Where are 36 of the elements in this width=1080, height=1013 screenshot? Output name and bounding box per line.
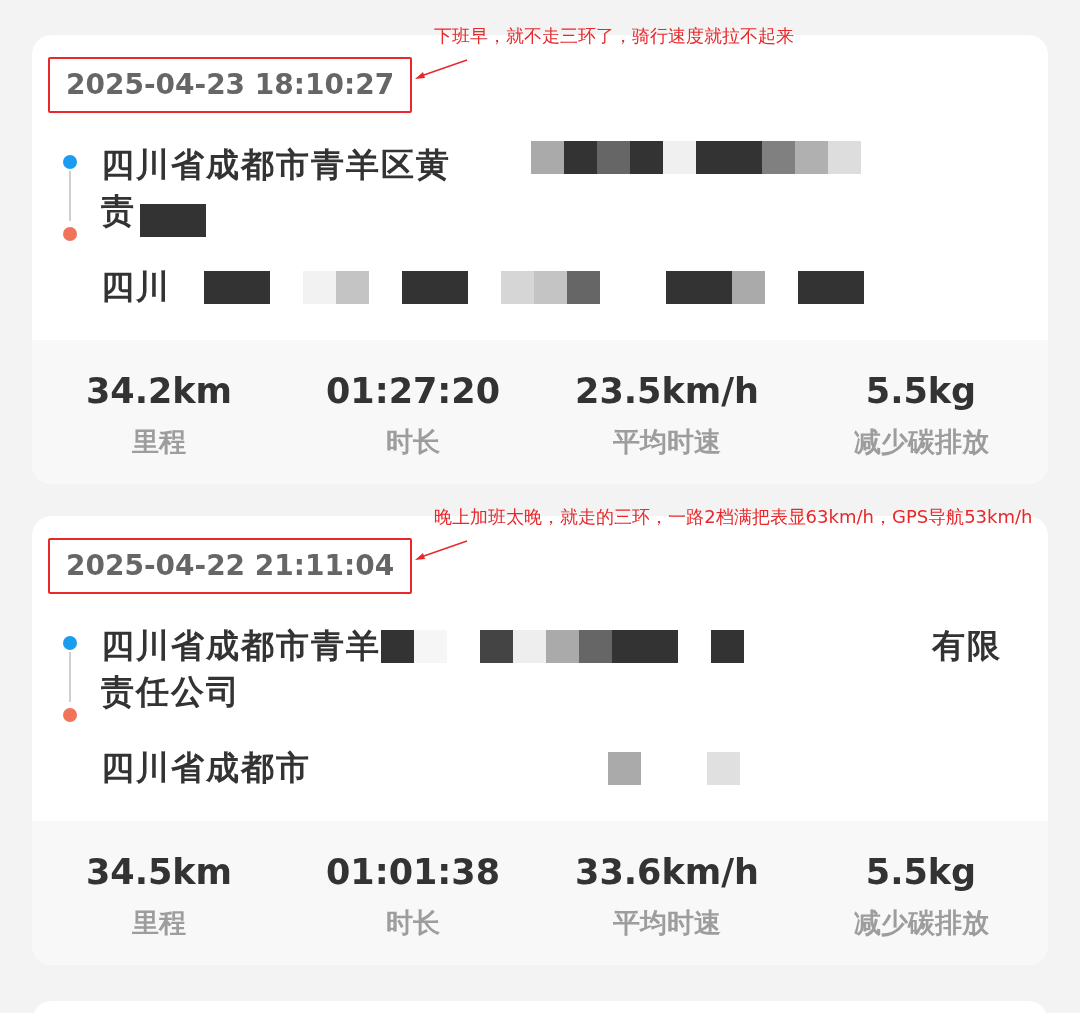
stat-label: 平均时速 bbox=[613, 906, 721, 940]
stat-label: 平均时速 bbox=[613, 425, 721, 459]
stat-label: 里程 bbox=[132, 906, 186, 940]
stat-value: 33.6km/h bbox=[575, 851, 759, 894]
start-dot-icon bbox=[63, 636, 77, 650]
stat-value: 01:27:20 bbox=[325, 370, 501, 413]
end-dot-icon bbox=[63, 227, 77, 241]
address-text: 责 bbox=[101, 190, 136, 232]
start-dot-icon bbox=[63, 155, 77, 169]
stat-label: 时长 bbox=[386, 425, 440, 459]
stat-value: 5.5kg bbox=[865, 851, 977, 894]
annotation-note: 晚上加班太晚，就走的三环，一路2档满把表显63km/h，GPS导航53km/h bbox=[434, 506, 1033, 528]
address-text: 四川 bbox=[101, 266, 171, 308]
address-text: 责任公司 bbox=[101, 671, 241, 713]
stat-label: 时长 bbox=[386, 906, 440, 940]
stat-label: 减少碳排放 bbox=[853, 906, 989, 940]
stat-value: 34.2km bbox=[85, 370, 233, 413]
route-connector-line bbox=[69, 652, 71, 702]
stat-label: 减少碳排放 bbox=[853, 425, 989, 459]
stat-value: 01:01:38 bbox=[325, 851, 501, 894]
stat-value: 23.5km/h bbox=[575, 370, 759, 413]
redaction-mosaic-drawing bbox=[140, 203, 206, 237]
stat-value: 34.5km bbox=[85, 851, 233, 894]
address-text: 四川省成都市 bbox=[101, 747, 311, 789]
ride-time: 2025-04-23 18:10:27 bbox=[66, 67, 395, 103]
annotation-arrow bbox=[415, 540, 468, 562]
stat-label: 里程 bbox=[132, 425, 186, 459]
address-text: 四川省成都市青羊区黄 bbox=[101, 144, 451, 186]
end-dot-icon bbox=[63, 708, 77, 722]
ride-time: 2025-04-22 21:11:04 bbox=[66, 548, 395, 584]
address-text: 有限 bbox=[932, 625, 1002, 667]
stat-value: 5.5kg bbox=[865, 370, 977, 413]
address-text: 四川省成都市青羊 bbox=[101, 625, 381, 667]
route-connector-line bbox=[69, 171, 71, 221]
annotation-note: 下班早，就不走三环了，骑行速度就拉不起来 bbox=[434, 25, 795, 47]
annotation-arrow bbox=[415, 59, 468, 81]
